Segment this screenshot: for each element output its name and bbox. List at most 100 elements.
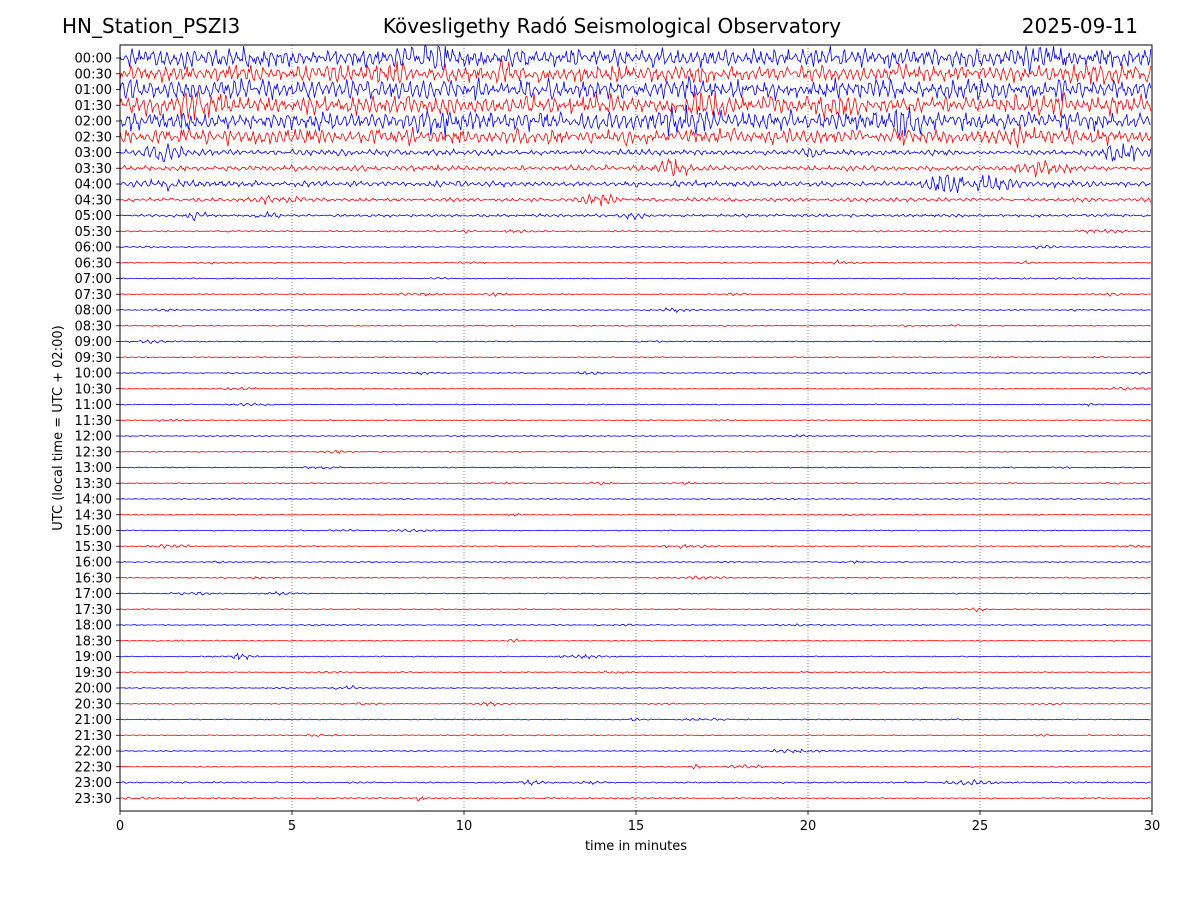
trace-1300: [119, 466, 1151, 470]
trace-0930: [119, 355, 1152, 359]
trace-1600: [119, 560, 1151, 564]
x-tick-label: 10: [456, 819, 473, 834]
y-tick-label: 08:00: [75, 304, 112, 319]
trace-0200: [120, 104, 1151, 138]
y-tick-label: 13:00: [75, 461, 112, 476]
trace-0430: [119, 193, 1152, 207]
trace-1000: [119, 371, 1151, 376]
y-tick-label: 09:30: [75, 351, 112, 366]
trace-2230: [120, 763, 1151, 770]
trace-0900: [120, 339, 1151, 344]
gridlines: [291, 45, 981, 811]
y-tick-label: 22:30: [75, 760, 112, 775]
y-tick-label: 11:00: [75, 398, 112, 413]
y-tick-label: 22:00: [75, 745, 112, 760]
y-tick-label: 16:30: [75, 571, 112, 586]
trace-0230: [119, 124, 1152, 148]
trace-0700: [119, 276, 1151, 280]
y-tick-label: 06:30: [75, 256, 112, 271]
trace-2030: [119, 701, 1151, 707]
y-tick-label: 10:30: [75, 382, 112, 397]
y-tick-label: 09:00: [75, 335, 112, 350]
helicorder-plot: 00:0000:3001:0001:3002:0002:3003:0003:30…: [51, 44, 1161, 854]
trace-0830: [120, 323, 1151, 328]
trace-1930: [119, 670, 1151, 674]
y-tick-label: 23:30: [75, 792, 112, 807]
trace-0300: [119, 143, 1152, 162]
y-tick-label: 00:00: [75, 52, 112, 67]
trace-0030: [119, 57, 1152, 85]
trace-1430: [119, 512, 1151, 517]
trace-0730: [119, 291, 1151, 298]
y-tick-label: 06:00: [75, 241, 112, 256]
trace-2300: [119, 778, 1151, 786]
trace-1200: [120, 433, 1151, 438]
y-tick-label: 15:00: [75, 524, 112, 539]
y-tick-label: 19:30: [75, 666, 112, 681]
y-axis-label: UTC (local time = UTC + 02:00): [51, 325, 66, 530]
y-tick-label: 14:30: [75, 508, 112, 523]
x-axis-label: time in minutes: [585, 839, 687, 854]
trace-0100: [119, 76, 1152, 102]
y-tick-label: 20:30: [75, 697, 112, 712]
y-tick-label: 03:30: [75, 162, 112, 177]
y-tick-label: 17:00: [75, 587, 112, 602]
trace-1400: [119, 497, 1151, 501]
y-tick-label: 17:30: [75, 603, 112, 618]
y-tick-label: 07:00: [75, 272, 112, 287]
trace-1700: [119, 591, 1151, 597]
y-tick-label: 16:00: [75, 556, 112, 571]
y-tick-label: 21:00: [75, 713, 112, 728]
x-tick-label: 5: [288, 819, 296, 834]
y-tick-label: 03:00: [75, 146, 112, 161]
trace-1330: [120, 481, 1151, 486]
trace-1130: [119, 418, 1151, 423]
trace-1500: [120, 528, 1151, 533]
x-tick-label: 30: [1144, 819, 1161, 834]
y-tick-label: 05:30: [75, 225, 112, 240]
x-tick-label: 20: [800, 819, 817, 834]
y-tick-label: 08:30: [75, 319, 112, 334]
trace-2000: [119, 684, 1151, 690]
trace-1530: [119, 543, 1151, 550]
trace-0400: [119, 174, 1151, 194]
y-tick-label: 05:00: [75, 209, 112, 224]
y-tick-label: 19:00: [75, 650, 112, 665]
y-tick-label: 11:30: [75, 414, 112, 429]
trace-2330: [119, 796, 1151, 802]
y-tick-label: 01:00: [75, 83, 112, 98]
y-tick-label: 07:30: [75, 288, 112, 303]
y-tick-label: 00:30: [75, 67, 112, 82]
y-tick-label: 23:00: [75, 776, 112, 791]
y-tick-label: 02:30: [75, 130, 112, 145]
y-tick-label: 14:00: [75, 493, 112, 508]
trace-1800: [119, 623, 1151, 627]
y-tick-label: 20:00: [75, 682, 112, 697]
trace-0330: [119, 157, 1152, 178]
x-tick-label: 0: [116, 819, 124, 834]
trace-1100: [119, 402, 1151, 407]
trace-2130: [119, 733, 1152, 737]
y-tick-label: 10:00: [75, 367, 112, 382]
y-tick-label: 04:00: [75, 178, 112, 193]
y-tick-label: 18:30: [75, 634, 112, 649]
y-tick-label: 02:00: [75, 115, 112, 130]
trace-0530: [119, 228, 1151, 235]
y-tick-label: 12:30: [75, 445, 112, 460]
y-tick-label: 18:00: [75, 619, 112, 634]
axes: 00:0000:3001:0001:3002:0002:3003:0003:30…: [75, 44, 1161, 834]
y-tick-label: 01:30: [75, 99, 112, 114]
trace-1630: [119, 575, 1151, 580]
y-tick-label: 12:00: [75, 430, 112, 445]
y-tick-label: 13:30: [75, 477, 112, 492]
trace-1030: [119, 386, 1151, 391]
x-tick-label: 15: [628, 819, 645, 834]
trace-0630: [119, 259, 1151, 265]
x-tick-label: 25: [972, 819, 989, 834]
trace-2200: [119, 748, 1151, 754]
y-tick-label: 21:30: [75, 729, 112, 744]
trace-1830: [119, 638, 1151, 643]
trace-2100: [119, 717, 1151, 722]
trace-0500: [119, 210, 1151, 222]
trace-1230: [119, 449, 1151, 454]
